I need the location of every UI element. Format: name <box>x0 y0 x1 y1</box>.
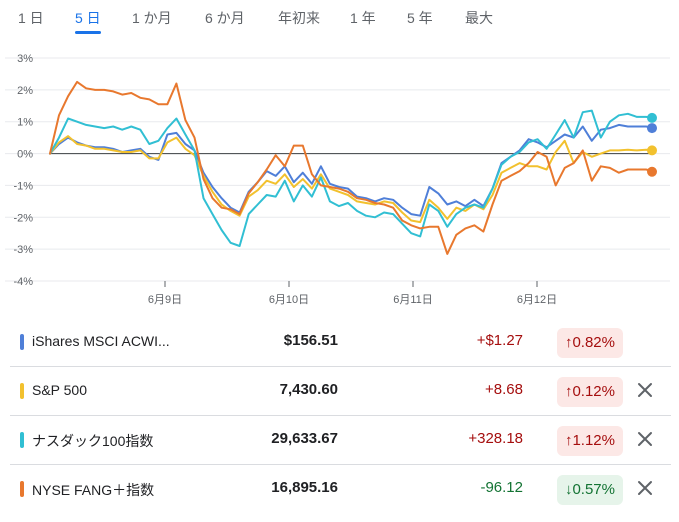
price-chart: 3% 2% 1% 0% -1% -2% -3% -4% 6月9日 6月10日 6月11日 6月12日 <box>0 40 679 312</box>
price-change: +8.68 <box>485 381 523 398</box>
security-price: $156.51 <box>283 332 338 349</box>
comparison-row[interactable]: NYSE FANG＋指数 16,895.16 -96.12 ↓0.57% <box>0 465 679 514</box>
comparison-row[interactable]: S&P 500 7,430.60 +8.68 ↑0.12% <box>0 367 679 416</box>
tab-label: 1 年 <box>350 10 376 26</box>
x-tick-label: 6月10日 <box>269 294 309 306</box>
y-tick-label: 0% <box>17 149 33 161</box>
series-color-swatch <box>20 432 24 448</box>
close-icon[interactable] <box>635 380 655 400</box>
tab-range-5[interactable]: 1 年 <box>350 8 376 28</box>
close-icon[interactable] <box>635 478 655 498</box>
series-color-swatch <box>20 383 24 399</box>
x-tick-label: 6月12日 <box>517 294 557 306</box>
security-price: 29,633.67 <box>271 430 338 447</box>
tab-label: 1 日 <box>18 10 44 26</box>
tab-range-0[interactable]: 1 日 <box>18 8 44 28</box>
price-change: -96.12 <box>480 479 523 496</box>
y-tick-label: 1% <box>17 117 33 129</box>
comparison-row[interactable]: iShares MSCI ACWI... $156.51 +$1.27 ↑0.82% <box>0 318 679 367</box>
series-end-marker-2 <box>647 112 657 123</box>
percent-change-value: 0.57% <box>572 481 615 498</box>
series-line-3 <box>49 80 656 255</box>
percent-change-value: 1.12% <box>572 432 615 449</box>
close-icon[interactable] <box>635 429 655 449</box>
series-line-2 <box>49 109 656 247</box>
y-tick-label: 3% <box>17 53 33 65</box>
percent-change-badge: ↑0.82% <box>556 328 623 358</box>
comparison-chart-svg: 3% 2% 1% 0% -1% -2% -3% -4% 6月9日 6月10日 6月11日 6月12日 <box>5 53 670 306</box>
comparison-row[interactable]: ナスダック100指数 29,633.67 +328.18 ↑1.12% <box>0 416 679 465</box>
tab-range-6[interactable]: 5 年 <box>407 8 433 28</box>
active-tab-underline <box>75 31 101 34</box>
percent-change-value: 0.12% <box>572 383 615 400</box>
x-tick-label: 6月11日 <box>393 294 433 306</box>
percent-change-badge: ↑1.12% <box>556 426 623 456</box>
y-tick-label: -4% <box>13 276 33 288</box>
price-change: +$1.27 <box>476 332 523 349</box>
tab-range-2[interactable]: 1 か月 <box>132 8 172 28</box>
y-tick-label: -3% <box>13 244 33 256</box>
tab-range-7[interactable]: 最大 <box>465 8 493 28</box>
y-tick-label: -1% <box>13 180 33 192</box>
series-color-swatch <box>20 481 24 497</box>
tab-label: 最大 <box>465 10 493 26</box>
tab-label: 年初来 <box>278 10 320 26</box>
percent-change-badge: ↑0.12% <box>556 377 623 407</box>
tab-range-1[interactable]: 5 日 <box>75 8 101 34</box>
series-end-marker-1 <box>647 145 657 156</box>
tab-label: 5 日 <box>75 10 101 26</box>
percent-change-badge: ↓0.57% <box>556 475 623 505</box>
time-range-tabs: 1 日 5 日 1 か月 6 か月 年初来 1 年 5 年 最大 <box>0 0 679 34</box>
security-price: 16,895.16 <box>271 479 338 496</box>
security-price: 7,430.60 <box>279 381 338 398</box>
tab-range-3[interactable]: 6 か月 <box>205 8 245 28</box>
security-name: S&P 500 <box>32 382 88 398</box>
tab-label: 1 か月 <box>132 10 172 26</box>
tab-label: 6 か月 <box>205 10 245 26</box>
y-tick-label: -2% <box>13 212 33 224</box>
security-name: NYSE FANG＋指数 <box>32 482 155 498</box>
y-tick-label: 2% <box>17 85 33 97</box>
percent-change-value: 0.82% <box>572 334 615 351</box>
security-name: ナスダック100指数 <box>32 433 154 449</box>
series-end-marker-0 <box>647 123 657 134</box>
price-change: +328.18 <box>468 430 523 447</box>
security-name: iShares MSCI ACWI... <box>32 333 170 349</box>
tab-label: 5 年 <box>407 10 433 26</box>
series-end-marker-3 <box>647 166 657 177</box>
series-color-swatch <box>20 334 24 350</box>
tab-range-4[interactable]: 年初来 <box>278 8 320 28</box>
x-tick-label: 6月9日 <box>148 294 182 306</box>
